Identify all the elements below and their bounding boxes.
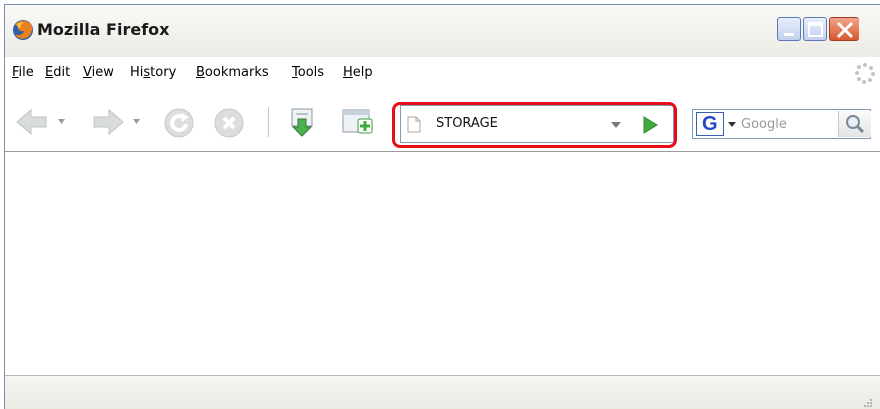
search-bar[interactable]: G <box>692 109 871 139</box>
title-bar[interactable]: Mozilla Firefox <box>5 5 880 57</box>
google-logo-icon: G <box>702 113 718 135</box>
menu-bar: File Edit View History Bookmarks Tools H… <box>5 57 880 89</box>
navigation-toolbar: STORAGE G <box>5 89 880 151</box>
browser-window: Mozilla Firefox File Edit View History B… <box>4 4 880 409</box>
engine-dropdown-icon[interactable] <box>728 121 736 128</box>
close-icon <box>836 21 854 39</box>
search-input[interactable] <box>741 114 833 134</box>
throbber-icon <box>855 63 875 84</box>
window-title: Mozilla Firefox <box>37 20 170 39</box>
magnifier-icon <box>846 115 865 134</box>
menu-file[interactable]: File <box>12 65 34 80</box>
menu-edit[interactable]: Edit <box>45 65 70 80</box>
go-arrow-icon[interactable] <box>641 115 659 135</box>
maximize-button[interactable] <box>803 17 827 41</box>
minimize-button[interactable] <box>777 17 801 41</box>
forward-dropdown-icon[interactable] <box>132 117 141 126</box>
back-icon[interactable] <box>15 107 49 137</box>
resize-grip-icon[interactable] <box>863 398 873 408</box>
forward-icon[interactable] <box>91 107 125 137</box>
menu-bookmarks[interactable]: Bookmarks <box>196 65 269 80</box>
menu-view[interactable]: View <box>83 65 114 80</box>
address-input[interactable]: STORAGE <box>436 116 498 131</box>
minimize-icon <box>784 33 794 36</box>
page-icon <box>407 116 421 133</box>
toolbar-separator <box>268 107 269 137</box>
menu-help[interactable]: Help <box>343 65 373 80</box>
back-dropdown-icon[interactable] <box>57 117 66 126</box>
maximize-icon <box>808 22 823 37</box>
status-bar <box>5 375 880 409</box>
menu-tools[interactable]: Tools <box>292 65 324 80</box>
new-tab-icon[interactable] <box>341 107 375 137</box>
page-content[interactable] <box>5 151 880 375</box>
firefox-logo-icon <box>13 20 33 40</box>
address-history-dropdown-icon[interactable] <box>611 121 621 129</box>
stop-icon[interactable] <box>213 107 245 139</box>
menu-history[interactable]: History <box>130 65 176 80</box>
search-button[interactable] <box>838 111 871 137</box>
search-engine-button[interactable]: G <box>696 112 724 136</box>
address-bar[interactable]: STORAGE <box>400 105 674 143</box>
close-button[interactable] <box>829 17 859 41</box>
download-icon[interactable] <box>287 107 317 139</box>
reload-icon[interactable] <box>163 107 195 139</box>
